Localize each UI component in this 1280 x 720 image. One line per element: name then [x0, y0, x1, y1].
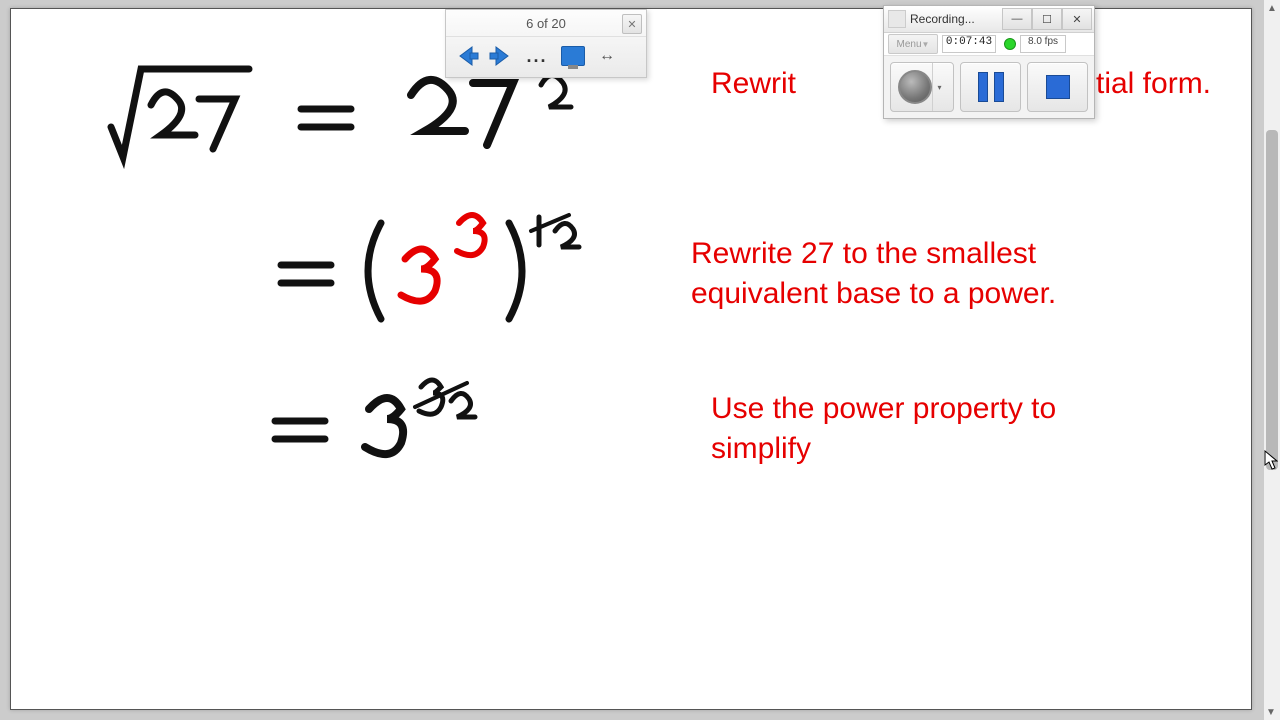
recorder-status-indicator [1004, 38, 1016, 50]
recorder-window: Recording... — ☐ ✕ Menu 0:07:43 8.0 fps … [883, 5, 1095, 119]
recorder-menu-dropdown[interactable]: Menu [888, 34, 938, 54]
math-step1-right-exp [541, 75, 571, 107]
math-step2-exp-3 [457, 215, 485, 255]
recorder-statusbar: Menu 0:07:43 8.0 fps [884, 33, 1094, 56]
math-step2-paren-open [368, 223, 381, 319]
recorder-timecode: 0:07:43 [942, 35, 996, 53]
recorder-app-icon [888, 10, 906, 28]
math-equals-1 [301, 109, 351, 127]
recorder-close-button[interactable]: ✕ [1062, 8, 1092, 30]
record-button[interactable]: ▾ [890, 62, 954, 112]
page-nav-toolbar: 6 of 20 ✕ ... ↔ [445, 9, 647, 78]
scroll-up-button[interactable]: ▲ [1265, 0, 1279, 16]
recorder-title: Recording... [910, 12, 975, 26]
recorder-minimize-button[interactable]: — [1002, 8, 1032, 30]
math-step1-right-base [411, 80, 513, 145]
nav-button-row: ... ↔ [446, 37, 646, 77]
math-step3-exp [415, 380, 475, 417]
annotation-line1-left: Rewrit [711, 64, 796, 105]
pause-button[interactable] [960, 62, 1021, 112]
scroll-down-button[interactable]: ▼ [1264, 704, 1278, 720]
record-icon [898, 70, 932, 104]
whiteboard-canvas: Rewrit tial form. Rewrite 27 to the smal… [10, 8, 1252, 710]
pause-icon [978, 72, 1004, 102]
stop-icon [1046, 75, 1070, 99]
monitor-icon [561, 46, 585, 66]
arrow-left-icon [454, 43, 480, 69]
nav-next-button[interactable] [488, 43, 514, 69]
math-step3-base-3 [365, 398, 403, 454]
record-split-dropdown[interactable]: ▾ [932, 63, 947, 111]
math-equals-2 [281, 265, 331, 283]
swap-arrows-icon: ↔ [599, 47, 615, 65]
nav-more-button[interactable]: ... [522, 43, 552, 69]
math-step2-paren-close [509, 223, 522, 319]
vertical-scrollbar[interactable]: ▲ ▼ [1264, 0, 1280, 720]
stop-button[interactable] [1027, 62, 1088, 112]
ellipsis-icon: ... [526, 46, 547, 67]
math-equals-3 [275, 421, 325, 439]
arrow-right-icon [488, 43, 514, 69]
annotation-line2a: Rewrite 27 to the smallest [691, 234, 1036, 275]
nav-title: 6 of 20 ✕ [446, 10, 646, 37]
nav-page-label: 6 of 20 [526, 16, 566, 31]
nav-swap-button[interactable]: ↔ [594, 43, 620, 69]
nav-present-button[interactable] [560, 43, 586, 69]
recorder-fps: 8.0 fps [1020, 35, 1066, 53]
annotation-line3a: Use the power property to [711, 389, 1056, 430]
math-step2-outer-exp [531, 215, 579, 247]
math-step1-left [111, 69, 249, 157]
annotation-line1-right: tial form. [1096, 64, 1211, 105]
recorder-controls: ▾ [884, 56, 1094, 118]
scroll-thumb[interactable] [1266, 130, 1278, 470]
nav-close-button[interactable]: ✕ [622, 14, 642, 34]
recorder-maximize-button[interactable]: ☐ [1032, 8, 1062, 30]
annotation-line3b: simplify [711, 429, 811, 470]
math-step2-base-3 [401, 249, 437, 301]
recorder-titlebar[interactable]: Recording... — ☐ ✕ [884, 6, 1094, 33]
nav-prev-button[interactable] [454, 43, 480, 69]
annotation-line2b: equivalent base to a power. [691, 274, 1056, 315]
